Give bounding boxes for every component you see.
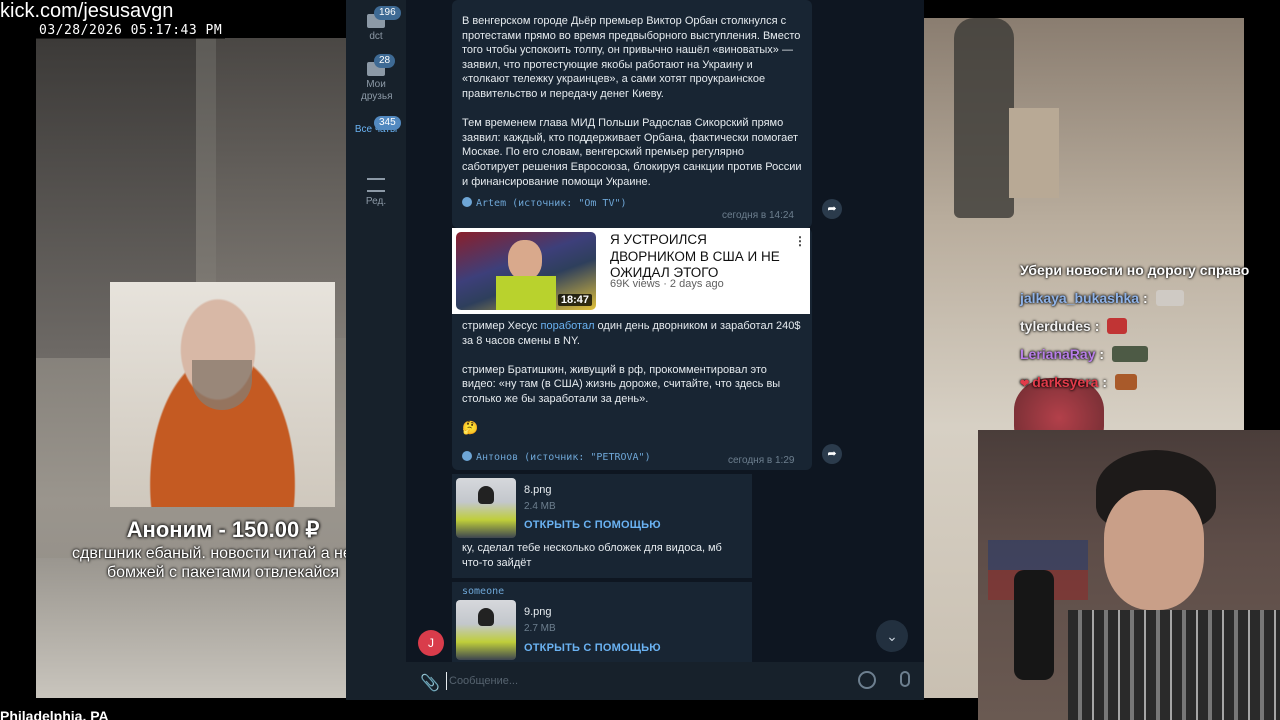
message-author[interactable]: Антонов (источник: "PETROVA") [462, 451, 651, 463]
stream-chat: Убери новости но дорогу справо jalkaya_b… [1020, 256, 1272, 396]
video-title[interactable]: Я УСТРОИЛСЯ ДВОРНИКОМ В США И НЕ ОЖИДАЛ … [610, 232, 796, 282]
chevron-down-icon[interactable]: ⌄ [876, 620, 908, 652]
user-icon [462, 197, 472, 208]
emote-icon [1155, 290, 1184, 306]
forward-icon[interactable]: ➦ [822, 444, 842, 464]
streamer-webcam [978, 430, 1280, 720]
message-text: В венгерском городе Дьёр премьер Виктор … [462, 14, 802, 189]
telegram-window: 196 dct 28 Мои друзья 345 Все чаты Ред. [346, 0, 924, 700]
message-feed[interactable]: В венгерском городе Дьёр премьер Виктор … [406, 0, 924, 662]
chat-username[interactable]: darksyera [1032, 374, 1098, 390]
file-size: 2.7 MB [524, 623, 556, 634]
microphone-icon[interactable] [900, 671, 910, 687]
message-paragraph: стример Братишкин, живущий в рф, прокомм… [462, 363, 781, 405]
chat-line: jalkaya_bukashka : [1020, 284, 1272, 312]
badge-icon: ❤ [1020, 378, 1033, 390]
message-link[interactable]: поработал [541, 320, 595, 332]
file-name[interactable]: 8.png [524, 484, 552, 496]
file-name[interactable]: 9.png [524, 606, 552, 618]
video-preview-card[interactable]: 18:47 Я УСТРОИЛСЯ ДВОРНИКОМ В США И НЕ О… [452, 228, 810, 314]
video-duration: 18:47 [557, 294, 592, 306]
emoji-icon[interactable] [858, 671, 876, 689]
video-thumbnail[interactable]: 18:47 [456, 232, 596, 310]
unread-badge: 28 [374, 54, 396, 68]
message-input[interactable] [446, 672, 826, 690]
chat-username[interactable]: LerianaRay [1020, 346, 1095, 362]
unread-badge: 196 [374, 6, 401, 20]
message-time: сегодня в 14:24 [722, 210, 794, 221]
footage-timestamp: 03/28/2026 05:17:43 PM [36, 22, 226, 39]
folder-all-chats[interactable]: 345 Все чаты [346, 116, 406, 136]
file-size: 2.4 MB [524, 501, 556, 512]
donation-message: сдвгшник ебаный. новости читай а не на б… [72, 545, 374, 581]
chat-username[interactable]: tylerdudes [1020, 318, 1091, 334]
message-text: стример Хесус поработал один день дворни… [462, 319, 802, 450]
news-message: В венгерском городе Дьёр премьер Виктор … [452, 0, 812, 228]
avatar[interactable]: J [418, 630, 444, 656]
file-message: 8.png 2.4 MB ОТКРЫТЬ С ПОМОЩЬЮ ку, сдела… [452, 474, 752, 578]
chat-line: LerianaRay : [1020, 340, 1272, 368]
sliders-icon [367, 178, 385, 192]
message-author[interactable]: Artem (источник: "Om TV") [462, 197, 802, 209]
file-caption: ку, сделал тебе несколько обложек для ви… [462, 542, 722, 569]
emote-icon [1114, 374, 1137, 390]
video-meta: 69K views · 2 days ago [610, 278, 724, 290]
forward-icon[interactable]: ➦ [822, 199, 842, 219]
stream-frame: kick.com/jesusavgn 03/28/2026 05:17:43 P… [0, 0, 1280, 720]
message-composer: 📎 [406, 662, 924, 700]
more-vert-icon[interactable]: ⋮ [794, 234, 806, 248]
folder-edit[interactable]: Ред. [346, 178, 406, 208]
folder-friends[interactable]: 28 Мои друзья [346, 54, 406, 103]
folder-sidebar: 196 dct 28 Мои друзья 345 Все чаты Ред. [346, 0, 406, 700]
unread-badge: 345 [374, 116, 401, 130]
file-thumbnail[interactable] [456, 478, 516, 538]
chat-line: tylerdudes : [1020, 312, 1272, 340]
chat-username[interactable]: jalkaya_bukashka [1020, 290, 1139, 306]
folder-label: Мои друзья [361, 79, 393, 102]
attach-icon[interactable]: 📎 [420, 673, 440, 693]
sender-name[interactable]: someone [462, 586, 504, 597]
file-thumbnail[interactable] [456, 600, 516, 660]
folder-label: dct [369, 31, 383, 42]
emoji: 🤔 [462, 420, 479, 436]
message-paragraph: В венгерском городе Дьёр премьер Виктор … [462, 15, 801, 100]
emote-icon [1107, 318, 1128, 334]
user-icon [462, 451, 472, 461]
open-with-button[interactable]: ОТКРЫТЬ С ПОМОЩЬЮ [524, 519, 661, 531]
file-message: someone 9.png 2.7 MB ОТКРЫТЬ С ПОМОЩЬЮ [452, 582, 752, 662]
location-label: Philadelphia, PA [0, 708, 109, 720]
message-time: сегодня в 1:29 [728, 455, 795, 466]
folder-dct[interactable]: 196 dct [346, 6, 406, 43]
text-fragment: стример Хесус [462, 320, 541, 332]
emote-icon [1111, 346, 1148, 362]
donation-image [110, 282, 335, 507]
folder-label: Ред. [365, 196, 387, 207]
open-with-button[interactable]: ОТКРЫТЬ С ПОМОЩЬЮ [524, 642, 661, 654]
stream-url: kick.com/jesusavgn [0, 0, 174, 22]
chat-line: ❤ darksyera : [1020, 368, 1272, 396]
message-paragraph: Тем временем глава МИД Польши Радослав С… [462, 117, 802, 188]
chat-message-text: Убери новости но дорогу справо [1020, 262, 1250, 278]
